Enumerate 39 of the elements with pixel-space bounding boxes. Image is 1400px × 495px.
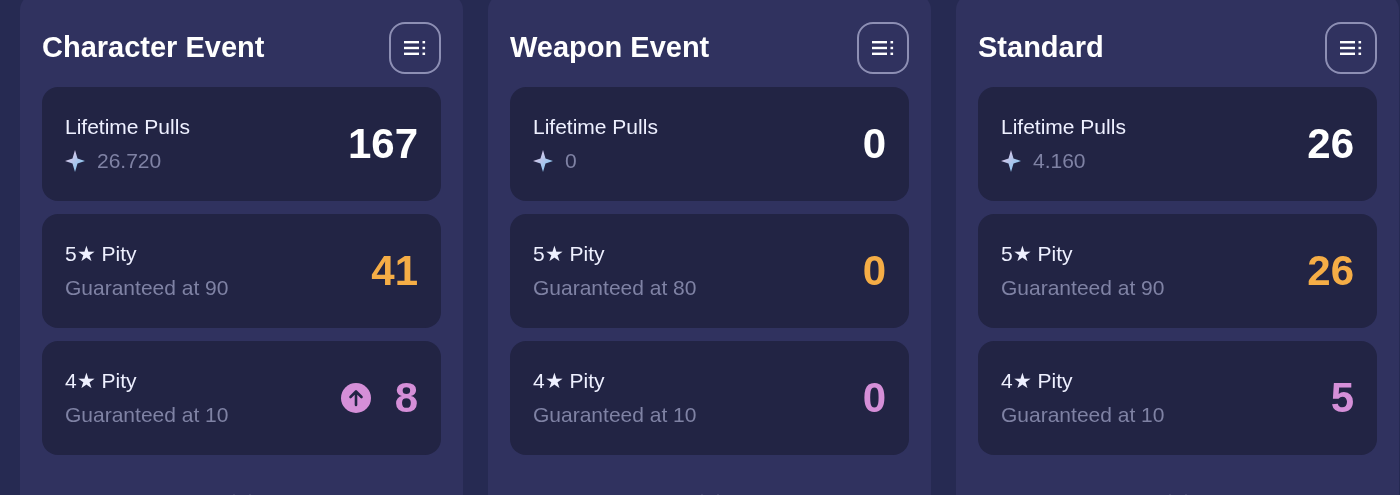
stat-detail: Guaranteed at 90: [1001, 275, 1165, 301]
primogem-count: 0: [565, 148, 577, 174]
primogem-count: 26.720: [97, 148, 162, 174]
list-icon: [1340, 41, 1362, 55]
stat-label: Lifetime Pulls: [1001, 114, 1126, 140]
stat-label: Lifetime Pulls: [65, 114, 190, 140]
stat-value: 26: [1307, 123, 1354, 165]
stat-label: 5★ Pity: [533, 241, 606, 267]
stat-label: Lifetime Pulls: [533, 114, 658, 140]
list-icon: [872, 41, 894, 55]
menu-button[interactable]: [857, 22, 909, 74]
stat-value: 0: [862, 250, 886, 292]
stat-detail: Guaranteed at 10: [533, 402, 697, 428]
stat-label: 5★ Pity: [65, 241, 138, 267]
stat-detail: Guaranteed at 10: [1001, 402, 1165, 428]
stat-value: 8: [394, 377, 418, 419]
stat-label: 5★ Pity: [1001, 241, 1074, 267]
primogem-count: 4.160: [1033, 148, 1086, 174]
stat-value: 167: [347, 123, 418, 165]
menu-button[interactable]: [1325, 22, 1377, 74]
stat-value: 26: [1307, 250, 1354, 292]
menu-button[interactable]: [389, 22, 441, 74]
stat-detail: Guaranteed at 90: [65, 275, 229, 301]
stat-value: 5: [1330, 377, 1354, 419]
gem-icon: [1001, 150, 1021, 172]
stat-value: 0: [862, 123, 886, 165]
list-icon: [404, 41, 426, 55]
panel-title: Character Event: [42, 30, 265, 66]
stat-label: 4★ Pity: [1001, 368, 1074, 394]
gem-icon: [533, 150, 553, 172]
stat-value: 41: [371, 250, 418, 292]
stat-detail: Guaranteed at 80: [533, 275, 697, 301]
stat-detail: Guaranteed at 10: [65, 402, 229, 428]
stat-label: 4★ Pity: [65, 368, 138, 394]
stat-value: 0: [862, 377, 886, 419]
gem-icon: [65, 150, 85, 172]
panel-title: Weapon Event: [510, 30, 710, 66]
stat-label: 4★ Pity: [533, 368, 606, 394]
panel-title: Standard: [978, 30, 1104, 66]
